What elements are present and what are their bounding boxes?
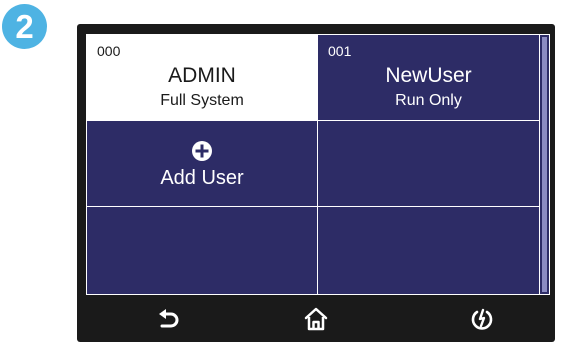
- user-role: Full System: [160, 92, 244, 109]
- add-user-label: Add User: [160, 167, 244, 189]
- empty-user-slot[interactable]: [318, 207, 539, 294]
- user-tile-admin[interactable]: 000 ADMIN Full System: [87, 35, 318, 121]
- back-arrow-icon: [159, 309, 179, 328]
- scrollbar-thumb[interactable]: [542, 37, 547, 292]
- user-role: Run Only: [395, 92, 462, 109]
- plus-circle-icon: [192, 141, 212, 161]
- home-button[interactable]: [300, 303, 332, 335]
- power-icon: [471, 308, 493, 330]
- back-button[interactable]: [153, 303, 185, 335]
- user-name: ADMIN: [168, 64, 236, 87]
- add-user-button[interactable]: Add User: [87, 121, 318, 207]
- empty-user-slot[interactable]: [318, 121, 539, 207]
- user-name: NewUser: [385, 64, 472, 87]
- touch-screen: 000 ADMIN Full System 001 NewUser Run On…: [86, 34, 550, 295]
- user-number: 001: [328, 43, 352, 59]
- user-number: 000: [97, 43, 121, 59]
- power-button[interactable]: [466, 303, 498, 335]
- scrollbar[interactable]: [539, 35, 549, 294]
- step-badge: 2: [2, 4, 47, 49]
- bottom-navbar: [77, 295, 555, 342]
- empty-user-slot[interactable]: [87, 207, 318, 294]
- home-icon: [304, 307, 328, 331]
- device-bezel: 000 ADMIN Full System 001 NewUser Run On…: [77, 24, 555, 342]
- user-tile-newuser[interactable]: 001 NewUser Run Only: [318, 35, 539, 121]
- user-grid: 000 ADMIN Full System 001 NewUser Run On…: [87, 35, 539, 294]
